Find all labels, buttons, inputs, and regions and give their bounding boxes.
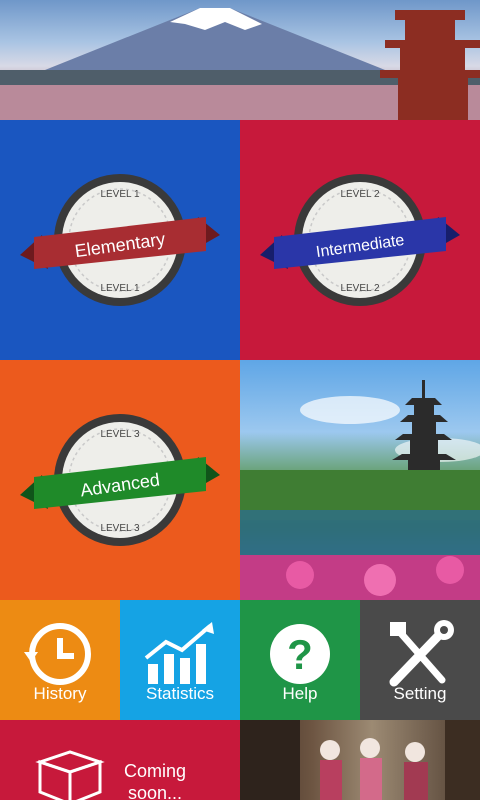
elementary-badge: LEVEL 1 LEVEL 1 Elementary — [20, 174, 220, 306]
setting-button[interactable]: Setting — [360, 600, 480, 720]
elementary-level-tile[interactable]: LEVEL 1 LEVEL 1 Elementary — [0, 120, 240, 360]
setting-label: Setting — [393, 684, 447, 703]
intermediate-badge: LEVEL 2 LEVEL 2 Intermediate — [260, 174, 460, 306]
history-icon — [24, 623, 91, 685]
box-icon — [35, 750, 105, 800]
coming-soon-label: Coming soon... — [123, 761, 187, 800]
help-icon: ? — [270, 624, 330, 684]
svg-text:LEVEL 2: LEVEL 2 — [340, 283, 380, 294]
svg-text:?: ? — [287, 631, 313, 678]
statistics-button[interactable]: Statistics — [120, 600, 240, 720]
help-button[interactable]: ? Help — [240, 600, 360, 720]
pagoda-garden-photo — [240, 360, 480, 600]
svg-text:LEVEL 3: LEVEL 3 — [100, 523, 140, 534]
intermediate-level-tile[interactable]: LEVEL 2 LEVEL 2 Intermediate — [240, 120, 480, 360]
svg-text:LEVEL 3: LEVEL 3 — [100, 429, 140, 440]
pagoda-illustration — [240, 380, 480, 600]
statistics-icon — [144, 622, 214, 684]
advanced-level-tile[interactable]: LEVEL 3 LEVEL 3 Advanced — [0, 360, 240, 600]
fuji-illustration — [0, 8, 480, 120]
statistics-label: Statistics — [145, 684, 215, 703]
history-button[interactable]: History — [0, 600, 120, 720]
coming-soon-tile[interactable]: Coming soon... — [0, 720, 240, 800]
history-label: History — [33, 684, 87, 703]
advanced-badge: LEVEL 3 LEVEL 3 Advanced — [20, 414, 220, 546]
svg-text:LEVEL 1: LEVEL 1 — [100, 189, 140, 200]
svg-text:LEVEL 1: LEVEL 1 — [100, 283, 140, 294]
setting-icon — [389, 620, 454, 687]
help-label: Help — [282, 684, 318, 703]
geisha-street-photo — [240, 720, 480, 800]
banner-photo-fuji — [0, 0, 480, 120]
geisha-illustration — [240, 720, 480, 800]
svg-text:LEVEL 2: LEVEL 2 — [340, 189, 380, 200]
